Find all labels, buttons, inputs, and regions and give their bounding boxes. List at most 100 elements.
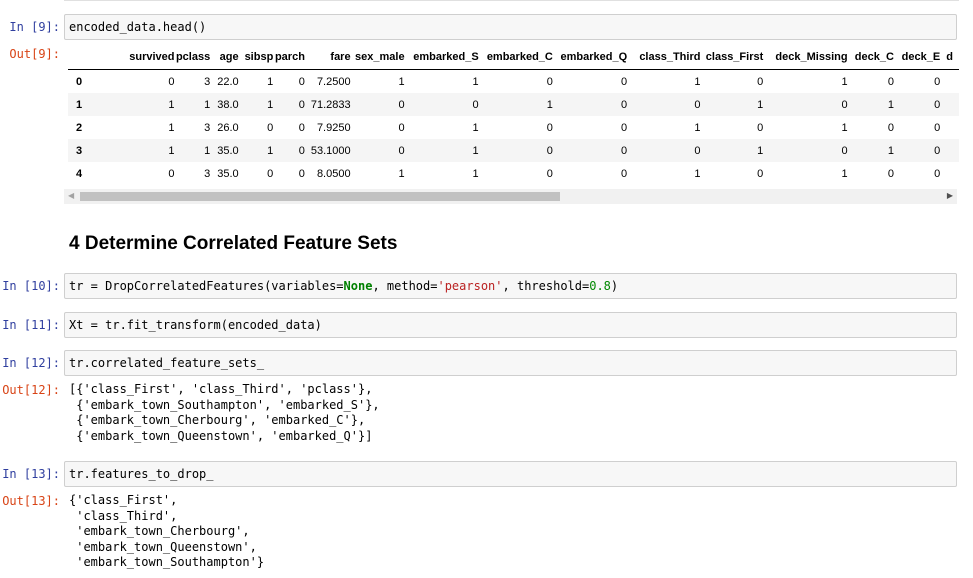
row-index: 1 bbox=[76, 98, 83, 111]
table-cell: 0 bbox=[472, 98, 479, 111]
table-cell: 0 bbox=[398, 121, 405, 134]
table-cell: 0 bbox=[621, 167, 628, 180]
table-cell: 8.0500 bbox=[316, 167, 351, 180]
table-cell: 1 bbox=[841, 121, 848, 134]
table-cell: 0 bbox=[934, 98, 941, 111]
row-index: 3 bbox=[76, 144, 83, 157]
table-cell: 3 bbox=[204, 75, 211, 88]
table-cell: 0 bbox=[841, 144, 848, 157]
table-cell: 22.0 bbox=[217, 75, 239, 88]
scroll-right-icon[interactable]: ▶ bbox=[947, 191, 953, 200]
table-cell: 26.0 bbox=[217, 121, 239, 134]
table-cell: 1 bbox=[204, 144, 211, 157]
table-cell: 0 bbox=[168, 75, 175, 88]
table-cell: 0 bbox=[298, 121, 305, 134]
index-header bbox=[68, 44, 126, 70]
table-cell: 0 bbox=[757, 75, 764, 88]
table-cell: 0 bbox=[934, 121, 941, 134]
table-cell: 1 bbox=[841, 167, 848, 180]
table-cell: 1 bbox=[398, 75, 405, 88]
table-cell: 0 bbox=[298, 98, 305, 111]
column-header: class_Third bbox=[627, 44, 701, 70]
table-cell: 1 bbox=[887, 144, 894, 157]
column-header: embarked_S bbox=[404, 44, 479, 70]
column-header: sex_male bbox=[350, 44, 405, 70]
table-cell: 0 bbox=[841, 98, 848, 111]
table-cell: 1 bbox=[472, 167, 479, 180]
table-cell: 0 bbox=[934, 144, 941, 157]
table-cell: 1 bbox=[757, 98, 764, 111]
row-index: 4 bbox=[76, 167, 83, 180]
table-cell: 0 bbox=[546, 75, 553, 88]
table-cell bbox=[940, 116, 959, 139]
table-cell: 0 bbox=[398, 144, 405, 157]
table-cell: 3 bbox=[204, 167, 211, 180]
table-cell bbox=[940, 93, 959, 116]
code-cell-11[interactable]: Xt = tr.fit_transform(encoded_data) bbox=[64, 312, 957, 338]
dataframe-table: survived pclass age sibsp parch fare sex_male e… bbox=[68, 44, 959, 185]
column-header: class_First bbox=[700, 44, 764, 70]
column-header: sibsp bbox=[238, 44, 274, 70]
table-cell bbox=[940, 70, 959, 94]
table-cell: 1 bbox=[841, 75, 848, 88]
out-prompt-9: Out[9]: bbox=[9, 47, 60, 61]
table-cell: 1 bbox=[887, 98, 894, 111]
out-prompt-13: Out[13]: bbox=[2, 494, 60, 508]
table-cell: 1 bbox=[168, 144, 175, 157]
table-cell: 1 bbox=[398, 167, 405, 180]
code-cell-9[interactable]: encoded_data.head() bbox=[64, 14, 957, 40]
table-row: 0 0 3 22.0 1 0 7.2500 1 1 0 0 1 0 1 0 0 bbox=[68, 70, 959, 94]
table-cell: 0 bbox=[621, 75, 628, 88]
column-header: parch bbox=[273, 44, 305, 70]
output-12: [{'class_First', 'class_Third', 'pclass'… bbox=[69, 382, 380, 443]
column-header: pclass bbox=[174, 44, 211, 70]
table-cell: 0 bbox=[934, 167, 941, 180]
column-header: embarked_Q bbox=[552, 44, 628, 70]
table-cell: 1 bbox=[694, 121, 701, 134]
table-cell: 1 bbox=[267, 144, 274, 157]
table-cell: 1 bbox=[694, 167, 701, 180]
table-cell: 0 bbox=[757, 167, 764, 180]
number-literal: 0.8 bbox=[589, 279, 611, 293]
code-cell-10[interactable]: tr = DropCorrelatedFeatures(variables=No… bbox=[64, 273, 957, 299]
table-cell: 0 bbox=[267, 121, 274, 134]
in-prompt-13: In [13]: bbox=[2, 467, 60, 481]
table-cell: 0 bbox=[168, 167, 175, 180]
table-cell: 0 bbox=[621, 144, 628, 157]
table-cell: 0 bbox=[398, 98, 405, 111]
table-row: 1 1 1 38.0 1 0 71.2833 0 0 1 0 0 1 0 1 0 bbox=[68, 93, 959, 116]
horizontal-scrollbar[interactable]: ◀ ▶ bbox=[64, 189, 957, 204]
column-header: embarked_C bbox=[478, 44, 553, 70]
column-header: age bbox=[210, 44, 239, 70]
table-cell: 0 bbox=[694, 144, 701, 157]
table-cell: 0 bbox=[694, 98, 701, 111]
table-cell: 7.2500 bbox=[316, 75, 351, 88]
table-cell: 1 bbox=[472, 75, 479, 88]
table-cell: 1 bbox=[472, 121, 479, 134]
in-prompt-11: In [11]: bbox=[2, 318, 60, 332]
table-cell: 0 bbox=[887, 167, 894, 180]
table-cell bbox=[940, 162, 959, 185]
dataframe-output: survived pclass age sibsp parch fare sex_male e… bbox=[64, 44, 959, 206]
table-cell: 1 bbox=[168, 121, 175, 134]
row-index: 2 bbox=[76, 121, 83, 134]
scrollbar-thumb[interactable] bbox=[80, 192, 560, 201]
table-row: 4 0 3 35.0 0 0 8.0500 1 1 0 0 1 0 1 0 0 bbox=[68, 162, 959, 185]
table-cell: 1 bbox=[757, 144, 764, 157]
column-header: fare bbox=[304, 44, 351, 70]
code-cell-12[interactable]: tr.correlated_feature_sets_ bbox=[64, 350, 957, 376]
table-cell: 0 bbox=[621, 98, 628, 111]
code-text: , threshold= bbox=[502, 279, 590, 293]
code-cell-13[interactable]: tr.features_to_drop_ bbox=[64, 461, 957, 487]
table-cell: 71.2833 bbox=[310, 98, 351, 111]
table-cell: 0 bbox=[546, 121, 553, 134]
column-header: deck_C bbox=[847, 44, 894, 70]
table-cell: 0 bbox=[934, 75, 941, 88]
column-header: d bbox=[940, 44, 959, 70]
table-cell: 0 bbox=[887, 121, 894, 134]
code-text: tr = DropCorrelatedFeatures(variables= bbox=[69, 279, 344, 293]
column-header: deck_Missing bbox=[763, 44, 848, 70]
table-cell: 1 bbox=[472, 144, 479, 157]
scroll-left-icon[interactable]: ◀ bbox=[68, 191, 74, 200]
table-cell: 0 bbox=[757, 121, 764, 134]
